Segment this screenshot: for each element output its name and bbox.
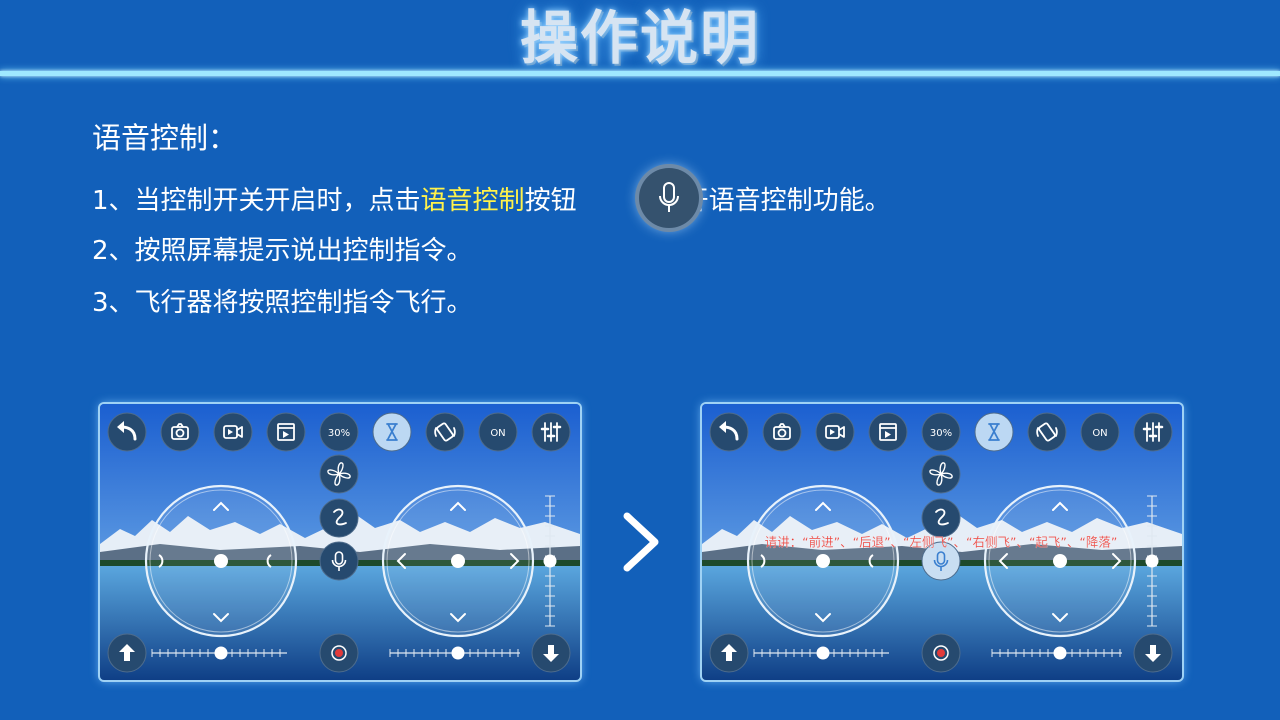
vertical-trim-knob[interactable] bbox=[543, 554, 557, 568]
right-trim-slider-knob[interactable] bbox=[451, 646, 465, 660]
voice-control-toggle[interactable] bbox=[319, 541, 359, 581]
controller-screenshot-after: 30% ON 请讲：“前进”、“后退”、“左侧飞”、“右侧飞”、“起飞”、“降落” bbox=[702, 404, 1182, 680]
next-arrow-icon bbox=[623, 512, 659, 572]
left-trim-slider-knob[interactable] bbox=[214, 646, 228, 660]
instruction-1-before: 1、当控制开关开启时，点击 bbox=[92, 186, 421, 216]
toolbar-button-0[interactable] bbox=[107, 412, 147, 452]
section-heading: 语音控制： bbox=[92, 121, 238, 155]
speed-label: 30% bbox=[930, 428, 952, 439]
vertical-trim-slider[interactable] bbox=[543, 495, 557, 627]
left-joystick-knob[interactable] bbox=[214, 554, 228, 568]
center-controls bbox=[319, 454, 359, 581]
toolbar-button-1[interactable] bbox=[160, 412, 200, 452]
toolbar-button-1[interactable] bbox=[762, 412, 802, 452]
instruction-1-after: 按钮 bbox=[524, 186, 577, 216]
title-divider bbox=[0, 71, 1280, 76]
right-joystick-knob[interactable] bbox=[1053, 554, 1067, 568]
instruction-line-3: 3、飞行器将按照控制指令飞行。 bbox=[92, 288, 473, 318]
page-title-bar: 操作说明 bbox=[0, 0, 1280, 72]
center-controls bbox=[921, 454, 961, 581]
record-dot-icon bbox=[335, 649, 343, 657]
right-joystick[interactable] bbox=[983, 484, 1137, 638]
toolbar-button-3[interactable] bbox=[266, 412, 306, 452]
toolbar-button-6[interactable] bbox=[1027, 412, 1067, 452]
record-dot-icon bbox=[937, 649, 945, 657]
switch-label: ON bbox=[490, 428, 505, 439]
left-joystick-knob[interactable] bbox=[816, 554, 830, 568]
toolbar: 30% ON bbox=[107, 412, 571, 452]
voice-control-button[interactable] bbox=[639, 168, 699, 228]
microphone-icon bbox=[659, 182, 679, 212]
vertical-trim-slider[interactable] bbox=[1145, 495, 1159, 627]
left-joystick[interactable] bbox=[144, 484, 298, 638]
toolbar: 30% ON bbox=[709, 412, 1173, 452]
toolbar-button-0[interactable] bbox=[709, 412, 749, 452]
toolbar-button-6[interactable] bbox=[425, 412, 465, 452]
toolbar-button-3[interactable] bbox=[868, 412, 908, 452]
controller-screenshot-before: 30% ON bbox=[100, 404, 580, 680]
speed-label: 30% bbox=[328, 428, 350, 439]
sliders-icon bbox=[1142, 422, 1164, 442]
voice-control-highlight: 语音控制 bbox=[420, 186, 525, 216]
voice-prompt-text: 请讲：“前进”、“后退”、“左侧飞”、“右侧飞”、“起飞”、“降落” bbox=[765, 535, 1118, 550]
right-joystick-knob[interactable] bbox=[451, 554, 465, 568]
right-joystick[interactable] bbox=[381, 484, 535, 638]
right-trim-slider-knob[interactable] bbox=[1053, 646, 1067, 660]
page-title: 操作说明 bbox=[519, 4, 760, 72]
instruction-line-2: 2、按照屏幕提示说出控制指令。 bbox=[92, 236, 473, 266]
vertical-trim-knob[interactable] bbox=[1145, 554, 1159, 568]
switch-label: ON bbox=[1092, 428, 1107, 439]
instruction-line-1: 1、当控制开关开启时，点击语音控制按钮 打开语音控制功能。 bbox=[92, 183, 891, 219]
sliders-icon bbox=[540, 422, 562, 442]
left-joystick[interactable] bbox=[746, 484, 900, 638]
left-trim-slider-knob[interactable] bbox=[816, 646, 830, 660]
